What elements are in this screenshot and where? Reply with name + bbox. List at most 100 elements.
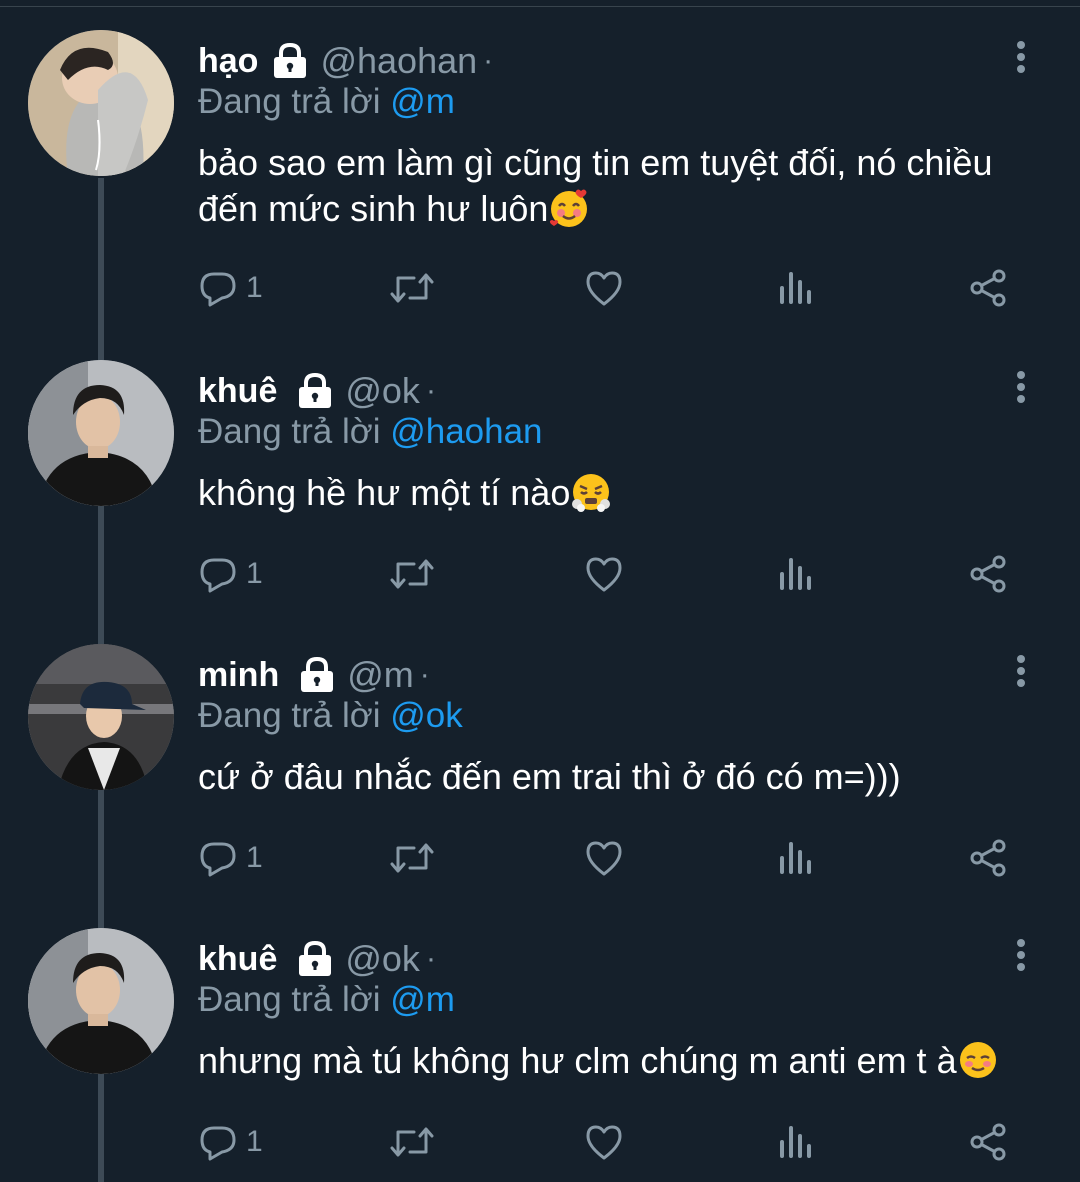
reply-count: 1 [246, 271, 263, 304]
avatar[interactable] [28, 928, 174, 1074]
share-button[interactable] [968, 266, 1008, 310]
retweet-icon [390, 559, 434, 589]
tweet[interactable]: minh @m · Đang trả lời @ok cứ ở đâu nhắc… [0, 614, 1080, 898]
replying-to: Đang trả lời @ok [198, 696, 463, 736]
retweet-button[interactable] [388, 1120, 436, 1164]
tweet[interactable]: hạo @haohan · Đang trả lời @m bảo sao em… [0, 0, 1080, 307]
like-button[interactable] [584, 266, 624, 310]
reply-icon [200, 1126, 236, 1161]
tweet-text: nhưng mà tú không hư clm chúng m anti em… [198, 1038, 1038, 1084]
reply-button[interactable]: 1 [198, 836, 263, 880]
retweet-icon [390, 1127, 434, 1157]
share-button[interactable] [968, 836, 1008, 880]
like-button[interactable] [584, 1120, 624, 1164]
retweet-button[interactable] [388, 552, 436, 596]
reply-count: 1 [246, 1125, 263, 1158]
more-icon[interactable] [1014, 370, 1028, 404]
reply-count: 1 [246, 557, 263, 590]
views-button[interactable] [776, 1120, 816, 1164]
tweet-text: bảo sao em làm gì cũng tin em tuyệt đối,… [198, 140, 1038, 232]
replying-label: Đang trả lời [198, 696, 391, 735]
display-name[interactable]: khuê [198, 372, 277, 411]
display-name[interactable]: khuê [198, 940, 277, 979]
display-name[interactable]: minh [198, 656, 279, 695]
more-icon[interactable] [1014, 654, 1028, 688]
separator-dot: · [425, 374, 436, 407]
mention-link[interactable]: @haohan [390, 412, 542, 451]
replying-to: Đang trả lời @m [198, 82, 455, 122]
tweet-actions: 1 [198, 552, 1018, 596]
replying-label: Đang trả lời [198, 82, 391, 121]
face-with-steam-icon [572, 474, 611, 512]
replying-label: Đang trả lời [198, 980, 391, 1019]
share-button[interactable] [968, 552, 1008, 596]
tweet-text-content: cứ ở đâu nhắc đến em trai thì ở đó có m=… [198, 756, 901, 797]
views-icon [780, 558, 811, 590]
more-icon[interactable] [1014, 938, 1028, 972]
tweet-text-content: không hề hư một tí nào [198, 472, 571, 513]
replying-to: Đang trả lời @m [198, 980, 455, 1020]
tweet-text: không hề hư một tí nào [198, 470, 1038, 516]
reply-thread: hạo @haohan · Đang trả lời @m bảo sao em… [0, 0, 1080, 1182]
tweet-text-content: bảo sao em làm gì cũng tin em tuyệt đối,… [198, 142, 993, 229]
reply-icon [200, 842, 236, 877]
like-button[interactable] [584, 836, 624, 880]
tweet-actions: 1 [198, 1120, 1018, 1164]
reply-icon [200, 272, 236, 307]
reply-icon [200, 558, 236, 593]
separator-dot: · [483, 44, 494, 77]
views-icon [780, 272, 811, 304]
smiling-face-blush-icon [959, 1042, 996, 1078]
retweet-button[interactable] [388, 836, 436, 880]
views-button[interactable] [776, 552, 816, 596]
user-handle[interactable]: @haohan [320, 40, 477, 82]
user-handle[interactable]: @ok [345, 938, 420, 980]
share-icon [970, 555, 1006, 593]
reply-count: 1 [246, 841, 263, 874]
separator-dot: · [419, 658, 430, 691]
mention-link[interactable]: @m [390, 980, 455, 1019]
lock-icon [301, 656, 334, 692]
retweet-button[interactable] [388, 266, 436, 310]
share-icon [970, 1123, 1006, 1161]
share-button[interactable] [968, 1120, 1008, 1164]
like-icon [586, 557, 622, 592]
tweet-actions: 1 [198, 836, 1018, 880]
tweet[interactable]: khuê @ok · Đang trả lời @m nhưng mà tú k… [0, 898, 1080, 1182]
lock-icon [299, 940, 332, 976]
retweet-icon [390, 843, 434, 873]
user-handle[interactable]: @m [347, 654, 414, 696]
avatar[interactable] [28, 360, 174, 506]
display-name[interactable]: hạo [198, 42, 258, 81]
lock-icon [299, 372, 332, 408]
tweet[interactable]: khuê @ok · Đang trả lời @haohan không hề… [0, 330, 1080, 614]
mention-link[interactable]: @m [390, 82, 455, 121]
views-icon [780, 842, 811, 874]
share-icon [970, 269, 1006, 307]
more-icon[interactable] [1014, 40, 1028, 74]
replying-to: Đang trả lời @haohan [198, 412, 543, 452]
like-icon [586, 841, 622, 876]
tweet-text-content: nhưng mà tú không hư clm chúng m anti em… [198, 1040, 957, 1081]
like-button[interactable] [584, 552, 624, 596]
lock-icon [274, 42, 307, 78]
reply-button[interactable]: 1 [198, 1120, 263, 1164]
retweet-icon [390, 273, 434, 303]
views-icon [780, 1126, 811, 1158]
like-icon [586, 1125, 622, 1160]
user-handle[interactable]: @ok [345, 370, 420, 412]
tweet-text: cứ ở đâu nhắc đến em trai thì ở đó có m=… [198, 754, 1038, 800]
avatar[interactable] [28, 30, 174, 176]
reply-button[interactable]: 1 [198, 266, 263, 310]
smiling-face-with-hearts-icon [550, 189, 588, 227]
separator-dot: · [425, 942, 436, 975]
avatar[interactable] [28, 644, 174, 790]
like-icon [586, 271, 622, 306]
tweet-actions: 1 [198, 266, 1018, 310]
replying-label: Đang trả lời [198, 412, 391, 451]
views-button[interactable] [776, 266, 816, 310]
reply-button[interactable]: 1 [198, 552, 263, 596]
mention-link[interactable]: @ok [390, 696, 463, 735]
views-button[interactable] [776, 836, 816, 880]
share-icon [970, 839, 1006, 877]
